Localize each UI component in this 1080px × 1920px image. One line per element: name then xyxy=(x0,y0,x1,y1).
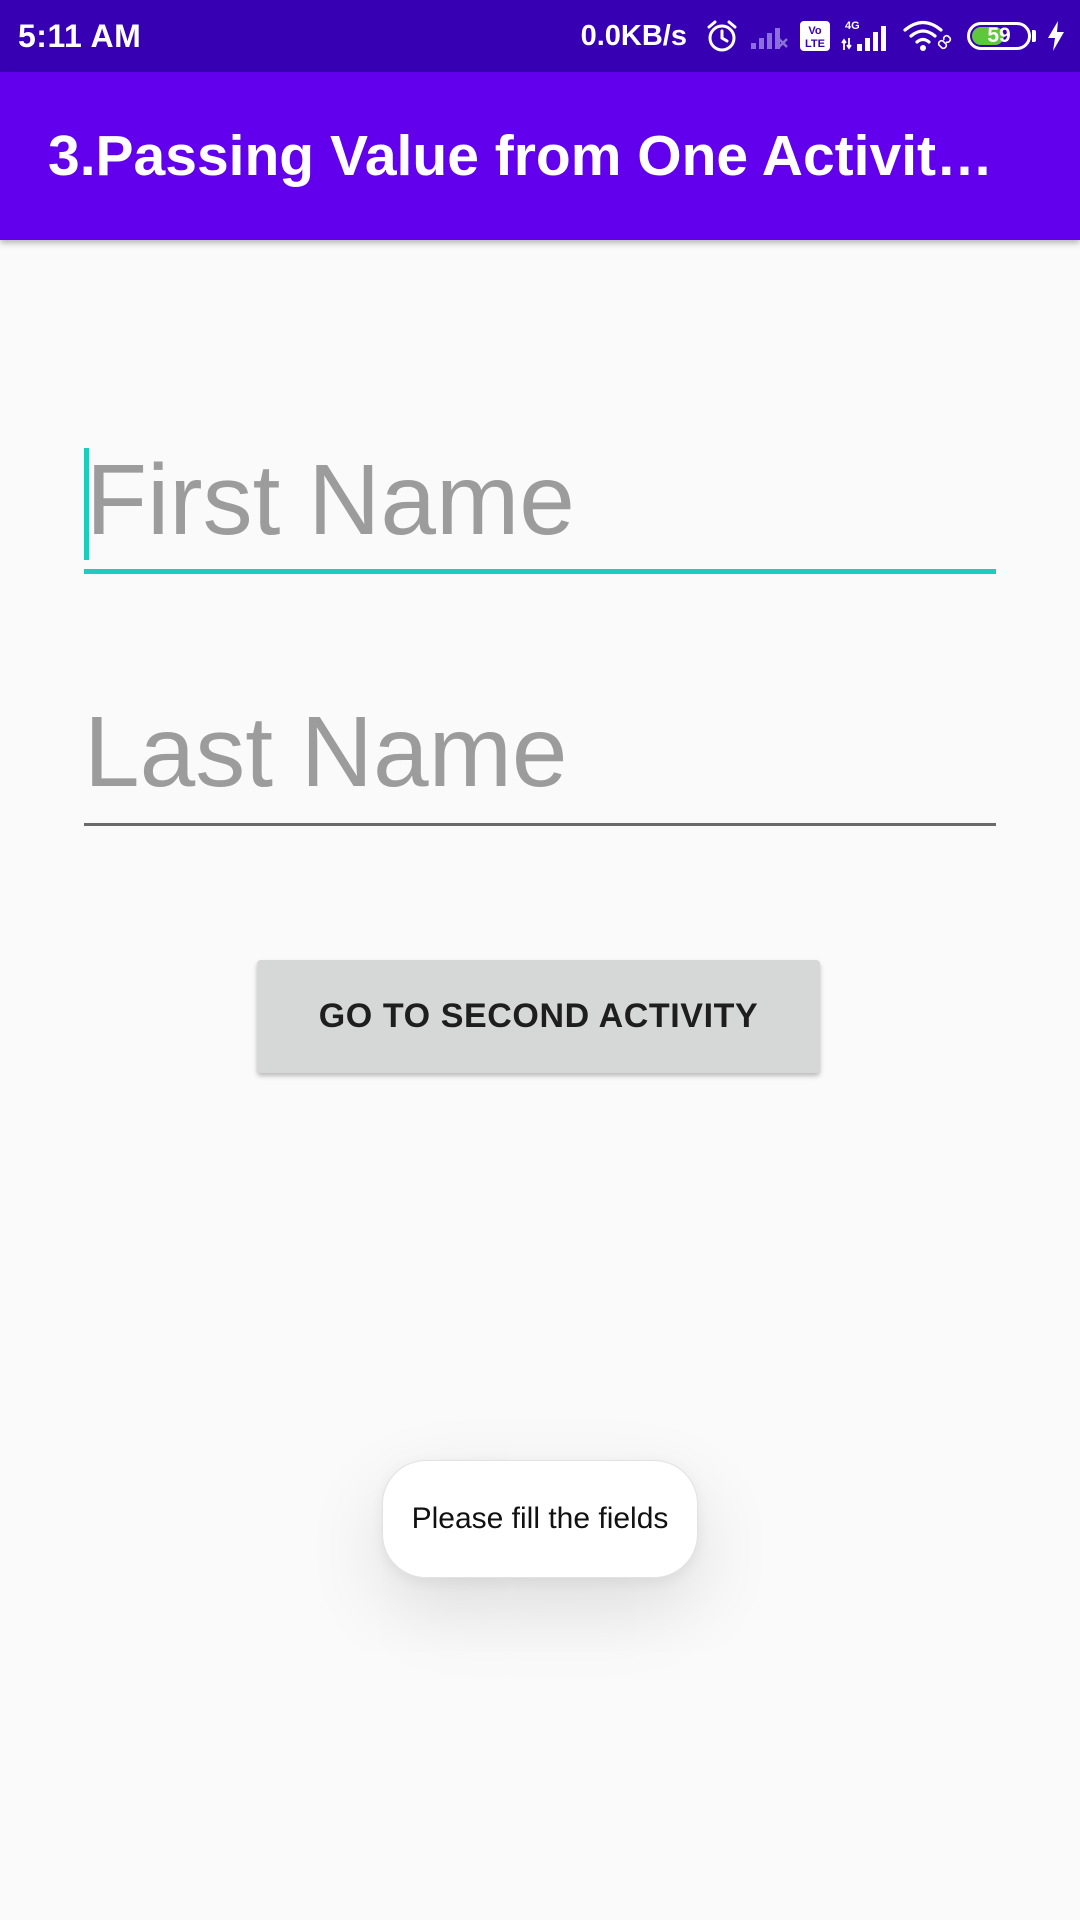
first-name-placeholder: First Name xyxy=(86,444,575,556)
4g-signal-icon: 4G xyxy=(841,18,893,54)
network-speed: 0.0KB/s xyxy=(580,20,687,52)
first-name-field[interactable]: First Name xyxy=(84,440,996,574)
battery-level: 59 xyxy=(987,24,1011,47)
last-name-field[interactable]: Last Name xyxy=(84,692,996,826)
battery-cap xyxy=(1032,30,1036,42)
last-name-underline xyxy=(84,823,996,826)
svg-text:Vo: Vo xyxy=(808,25,822,37)
volte-icon: Vo LTE xyxy=(799,20,831,52)
first-name-underline xyxy=(84,569,996,574)
status-bar: 5:11 AM 0.0KB/s Vo LTE 4G 59 xyxy=(0,0,1080,72)
charging-icon xyxy=(1046,20,1066,52)
alarm-icon xyxy=(705,19,739,53)
last-name-placeholder: Last Name xyxy=(84,696,568,808)
status-icons: 0.0KB/s Vo LTE 4G 59 xyxy=(581,14,1066,58)
toast-message: Please fill the fields xyxy=(382,1460,698,1578)
signal-weak-icon xyxy=(749,21,789,51)
app-title: 3.Passing Value from One Activity to Ano… xyxy=(48,124,1008,188)
svg-text:LTE: LTE xyxy=(805,38,825,50)
wifi-icon xyxy=(903,19,953,53)
app-bar: 3.Passing Value from One Activity to Ano… xyxy=(0,72,1080,240)
battery-icon: 59 xyxy=(967,22,1031,50)
status-time: 5:11 AM xyxy=(18,18,142,54)
svg-text:4G: 4G xyxy=(845,20,860,32)
go-to-second-activity-button[interactable]: GO TO SECOND ACTIVITY xyxy=(257,960,820,1073)
